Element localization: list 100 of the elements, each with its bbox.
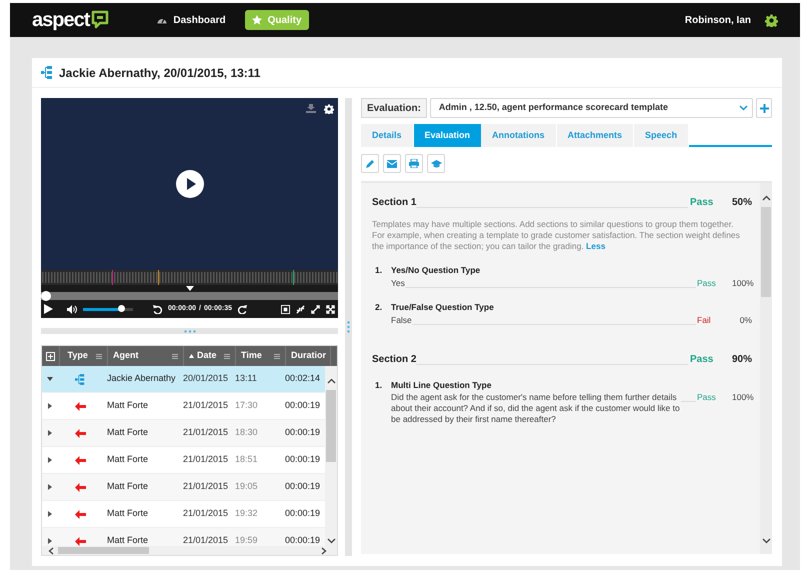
call-tree-icon [75,374,86,384]
agent-cell: Matt Forte [107,454,148,464]
graduation-cap-icon [430,160,442,168]
left-arrow-icon [74,536,86,546]
settings-icon[interactable] [324,104,334,114]
sort-ascending-icon[interactable] [189,354,194,358]
question-score: 100% [732,392,752,404]
section-title: Section 1 [372,196,416,210]
expand-caret-icon[interactable] [48,484,52,490]
add-button[interactable] [756,98,772,118]
expand-caret-icon[interactable] [48,538,52,544]
duration-cell: 00:00:19 [285,427,320,438]
scroll-down-icon[interactable] [326,538,336,544]
time-cell: 19:59 [235,535,258,546]
edit-button[interactable] [361,154,379,173]
time-cell: 19:32 [235,508,258,518]
expand-all-icon[interactable] [46,352,55,360]
vertical-scrollbar[interactable] [760,183,772,554]
result-label: Pass [696,392,717,404]
result-label: Fail [696,314,712,326]
scroll-up-icon[interactable] [326,378,336,384]
agent-cell: Matt Forte [107,481,148,492]
volume-slider[interactable] [83,308,133,310]
section-description: Templates may have multiple sections. Add sections to similar questions to group them together. For example, when creating a template to grade customer satisfaction. The section weight defines the importance of the section; you can tailor the grading. Less [372,219,741,252]
scroll-right-icon[interactable] [321,546,327,554]
settings-icon[interactable] [765,14,778,26]
duration-cell: 00:02:14 [285,373,320,384]
expand-caret-icon[interactable] [48,511,52,517]
date-cell: 20/01/2015 [183,373,228,384]
table-row[interactable]: Matt Forte 21/01/2015 19:59 00:00:19 [42,528,325,546]
grip-dots-icon[interactable] [347,321,350,333]
picture-in-picture-icon[interactable] [281,304,290,314]
chevron-down-icon[interactable] [739,105,748,111]
seek-bar[interactable] [41,292,338,300]
agent-cell: Matt Forte [107,508,148,518]
question-answer: Did the agent ask for the customer's name before telling them further details about their account? And if so, did the agent ask if the customer would like to be addressed by their first name thereafter? [391,392,681,426]
download-icon[interactable] [306,104,316,113]
time-cell: 17:30 [235,400,258,410]
expand-caret-icon[interactable] [48,403,52,409]
play-icon[interactable] [44,304,53,314]
duration-cell: 00:00:19 [285,481,320,492]
scroll-left-icon[interactable] [48,546,54,554]
email-button[interactable] [383,154,401,173]
result-label: Pass [689,352,714,366]
expand-icon[interactable] [311,304,320,314]
table-row[interactable]: Jackie Abernathy 20/01/2015 13:11 00:02:14 [42,366,325,393]
call-tree-icon [41,66,53,79]
fullscreen-icon[interactable] [326,304,335,314]
column-menu-icon[interactable] [172,354,178,358]
collapse-caret-icon[interactable] [47,377,54,381]
rewind-icon[interactable] [153,304,162,314]
left-arrow-icon [74,482,86,492]
collapse-triangle-icon[interactable] [186,286,194,291]
question-number: 2. [374,300,384,314]
agent-cell: Matt Forte [107,427,148,438]
column-menu-icon[interactable] [274,354,280,358]
logo-text: aspect [32,8,90,33]
envelope-icon [387,160,397,168]
expand-caret-icon[interactable] [48,430,52,436]
question-title: True/False Question Type [391,300,495,314]
horizontal-scrollbar[interactable] [42,546,337,555]
plus-icon [760,104,768,112]
scrollbar-thumb[interactable] [326,390,336,462]
scroll-down-icon[interactable] [762,538,770,544]
time-cell: 18:30 [235,427,258,438]
nav-tab[interactable]: Dashboard [150,10,233,30]
date-cell: 21/01/2015 [183,400,228,410]
grip-dots-icon[interactable] [184,330,196,332]
evaluation-dropdown[interactable]: Admin , 12.50, agent performance scorecard template [430,98,753,118]
table-row[interactable]: Matt Forte 21/01/2015 18:30 00:00:19 [42,420,325,447]
section-score: 50% [732,196,752,210]
agent-cell: Matt Forte [107,400,148,410]
left-arrow-icon [74,456,86,464]
volume-icon[interactable] [67,304,77,314]
training-button[interactable] [427,154,445,173]
vertical-scrollbar[interactable] [325,366,337,546]
redo-icon[interactable] [238,304,248,314]
user-name[interactable]: Robinson, Ian [684,12,751,28]
shrink-icon[interactable] [296,304,305,314]
column-menu-icon[interactable] [96,354,102,358]
table-row[interactable]: Matt Forte 21/01/2015 19:05 00:00:19 [42,474,325,501]
duration-cell: 00:00:19 [285,454,320,464]
scrollbar-thumb[interactable] [58,547,149,554]
play-button[interactable] [176,170,204,198]
seek-handle[interactable] [41,291,51,301]
pencil-icon [366,159,374,168]
scrollbar-thumb[interactable] [761,207,771,297]
result-label: Pass [689,196,714,210]
agent-cell: Jackie Abernathy [107,373,176,384]
section-score: 90% [732,352,752,366]
question-answer: Yes [391,278,405,289]
print-button[interactable] [405,154,423,173]
left-arrow-icon [74,402,86,410]
section-title: Section 2 [372,352,416,366]
date-cell: 21/01/2015 [183,508,228,518]
scroll-up-icon[interactable] [762,195,770,201]
left-arrow-icon [74,510,86,518]
expand-caret-icon[interactable] [48,457,52,463]
duration-cell: 00:00:19 [285,400,320,410]
column-menu-icon[interactable] [224,354,230,358]
